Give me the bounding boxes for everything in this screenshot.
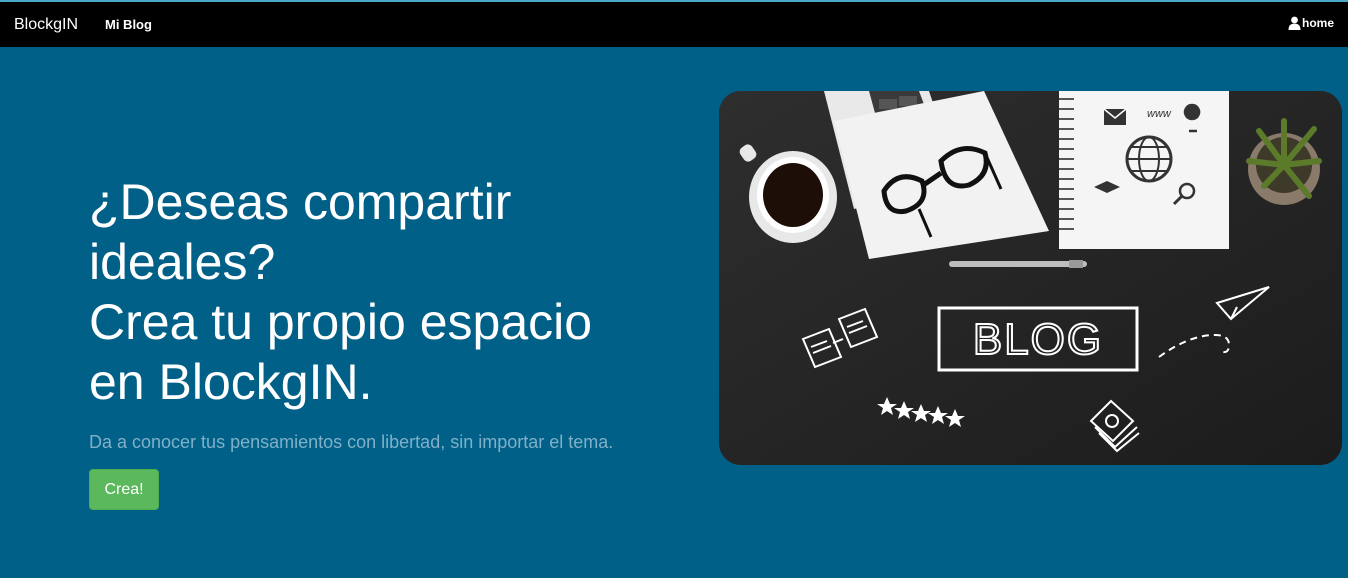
hero-title-line-4: en BlockgIN. [89,354,373,410]
navbar: BlockgIN Mi Blog home [0,0,1348,47]
crea-button[interactable]: Crea! [89,469,159,510]
hero-title-line-3: Crea tu propio espacio [89,294,593,350]
user-icon [1288,16,1302,30]
hero-title-line-1: ¿Deseas compartir [89,174,512,230]
blog-sign-text: BLOG [973,315,1103,364]
notebook-illustration: www [1059,91,1229,249]
nav-home-label: home [1301,16,1334,30]
hero-title: ¿Deseas compartir ideales? Crea tu propi… [89,172,689,412]
plant-illustration [1246,118,1322,205]
brand-link[interactable]: BlockgIN [14,16,78,34]
nav-link-home[interactable]: home [1288,16,1334,30]
hero-subtitle: Da a conocer tus pensamientos con libert… [89,432,614,452]
nav-link-mi-blog[interactable]: Mi Blog [105,17,152,32]
hero-image: www BLOG [719,91,1342,465]
www-doodle-text: www [1147,108,1172,120]
pen-illustration [949,260,1087,268]
hero-title-line-2: ideales? [89,234,276,290]
